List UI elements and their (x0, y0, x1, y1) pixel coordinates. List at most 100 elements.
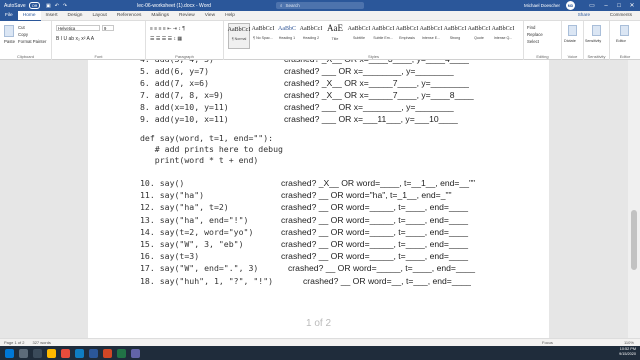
zoom-level[interactable]: 110% (620, 340, 634, 345)
tab-view[interactable]: View (200, 11, 220, 21)
close-button[interactable]: ✕ (624, 0, 640, 11)
sensitivity-icon[interactable] (592, 25, 601, 36)
style-preview: AaBbCcI (395, 26, 419, 32)
document-page[interactable]: 4. add(3, 4, 5) 5. add(6, y=7) 6. add(7, x… (88, 60, 549, 338)
edge-icon[interactable] (75, 348, 84, 358)
answer-line: crashed? _X__ OR x=_____7____, y=____8__… (284, 90, 474, 100)
teams-icon[interactable] (131, 348, 140, 358)
comments-button[interactable]: Comments (610, 12, 632, 17)
say-call-line: 12. say("ha", t=2) (140, 202, 229, 213)
answer-line: crashed? ___ OR x=___11___, y=___10____ (284, 114, 458, 124)
tab-help[interactable]: Help (220, 11, 240, 21)
answer-line: crashed? _X__ OR x=_____7____, y=_______… (284, 78, 469, 88)
say-call-line: 10. say() (140, 178, 185, 188)
tab-review[interactable]: Review (174, 11, 200, 21)
paste-icon[interactable] (4, 25, 14, 37)
tab-layout[interactable]: Layout (87, 11, 111, 21)
save-icon[interactable]: ▣ (46, 3, 51, 9)
style-preview: AaE (327, 23, 343, 33)
page-count[interactable]: Page 1 of 2 (0, 340, 24, 345)
font-size-select[interactable]: 9 (102, 25, 114, 31)
say-call-line: 11. say("ha") (140, 190, 205, 201)
style-name: Intense Q... (493, 36, 513, 40)
font-format-buttons[interactable]: B I U ab x₂ x² A A (56, 36, 94, 42)
def-line: print(word * t + end) (140, 155, 259, 165)
chrome-icon[interactable] (61, 348, 70, 358)
font-name-select[interactable]: Helvetica (56, 25, 100, 31)
sensitivity-button[interactable]: Sensitivity (585, 39, 601, 43)
style-item[interactable]: AaBbCcI Quote (468, 23, 491, 49)
editor-icon[interactable] (620, 25, 629, 36)
clipboard-label: Clipboard (16, 54, 35, 59)
autosave-toggle[interactable]: Off (28, 2, 40, 9)
answer-line: crashed? ___ OR x=________, y=________ (284, 102, 454, 112)
find-button[interactable]: Find (527, 25, 535, 30)
user-name[interactable]: Michael Doescher (524, 3, 560, 8)
word-icon[interactable] (89, 348, 98, 358)
paste-button[interactable]: Paste (4, 39, 15, 44)
tab-references[interactable]: References (112, 11, 147, 21)
autosave-label: AutoSave (4, 2, 26, 9)
style-item[interactable]: AaBbCcI Strong (443, 23, 467, 49)
editor-button[interactable]: Editor (616, 39, 626, 43)
paragraph-row1[interactable]: ≡ ≡ ≡ ≡ ⇤ ⇥ ↕ ¶ (150, 26, 185, 32)
file-explorer-icon[interactable] (47, 348, 56, 358)
style-item[interactable]: AaBbCcI Intense Q... (492, 23, 515, 49)
word-count[interactable]: 327 words (24, 340, 50, 345)
status-bar: Page 1 of 2 327 words Focus 110% (0, 338, 640, 346)
avatar[interactable]: MD (566, 1, 575, 10)
style-item[interactable]: AaBbC Heading 1 (276, 23, 298, 49)
style-preview: AaBbCcI (227, 27, 251, 33)
tab-file[interactable]: File (0, 10, 18, 21)
style-item[interactable]: AaBbCcI Heading 2 (300, 23, 323, 49)
style-name: Subtle Em... (373, 36, 393, 40)
style-item[interactable]: AaBbCcI Emphasis (395, 23, 419, 49)
voice-label: Voice (567, 54, 578, 59)
focus-button[interactable]: Focus (538, 340, 553, 345)
answer-line: crashed? _X__ OR x=____3____, y=____4___… (284, 60, 469, 64)
taskbar (0, 346, 640, 360)
share-button[interactable]: Share (578, 12, 590, 17)
style-item[interactable]: AaE Title (324, 23, 346, 49)
microphone-icon[interactable] (568, 25, 577, 36)
tab-design[interactable]: Design (63, 11, 88, 21)
start-icon[interactable] (5, 348, 14, 358)
vertical-scrollbar[interactable] (628, 60, 640, 338)
powerpoint-icon[interactable] (103, 348, 112, 358)
clock[interactable]: 10:52 PM 9/15/2020 (619, 347, 636, 357)
search-box[interactable]: ⌕ Search (276, 2, 364, 9)
say-answer-line: crashed? __ OR word="ha", t=_1__, end=_"… (281, 190, 452, 201)
paragraph-label: Paragraph (175, 54, 194, 59)
scrollbar-thumb[interactable] (631, 210, 637, 270)
style-item[interactable]: AaBbCcI Subtitle (348, 23, 371, 49)
code-line: 8. add(x=10, y=11) (140, 102, 229, 112)
code-line: 4. add(3, 4, 5) (140, 60, 214, 64)
code-line: 6. add(7, x=6) (140, 78, 210, 88)
redo-icon[interactable]: ↷ (63, 3, 67, 9)
copy-button[interactable]: Copy (18, 32, 28, 37)
page-number: 1 of 2 (305, 318, 332, 329)
answer-line: crashed? ___ OR x=________, y=________ (284, 66, 454, 76)
style-item[interactable]: AaBbCcI Intense E... (420, 23, 443, 49)
tab-home[interactable]: Home (17, 10, 41, 21)
code-line: 7. add(7, 8, x=9) (140, 90, 224, 100)
sensitivity-label: Sensitivity (587, 54, 606, 59)
search-icon[interactable] (19, 348, 28, 358)
excel-icon[interactable] (117, 348, 126, 358)
undo-icon[interactable]: ↶ (55, 3, 59, 9)
format-painter-button[interactable]: Format Painter (18, 39, 46, 44)
style-item[interactable]: AaBbCcI ¶ No Spac... (252, 23, 275, 49)
style-preview: AaBbCcI (443, 26, 467, 32)
paragraph-row2[interactable]: ☰ ☰ ☰ ☰ ↕ ▦ (150, 36, 182, 42)
replace-button[interactable]: Replace (527, 32, 543, 37)
style-item[interactable]: AaBbCcI ¶ Normal (228, 23, 250, 49)
task-view-icon[interactable] (33, 348, 42, 358)
select-button[interactable]: Select (527, 39, 539, 44)
dictate-button[interactable]: Dictate (564, 39, 576, 43)
style-item[interactable]: AaBbCcI Subtle Em... (372, 23, 395, 49)
cut-button[interactable]: Cut (18, 25, 25, 30)
code-line: 5. add(6, y=7) (140, 66, 210, 76)
tab-mailings[interactable]: Mailings (146, 11, 174, 21)
font-group: Helvetica 9 B I U ab x₂ x² A A Font (52, 21, 146, 60)
tab-insert[interactable]: Insert (41, 11, 63, 21)
